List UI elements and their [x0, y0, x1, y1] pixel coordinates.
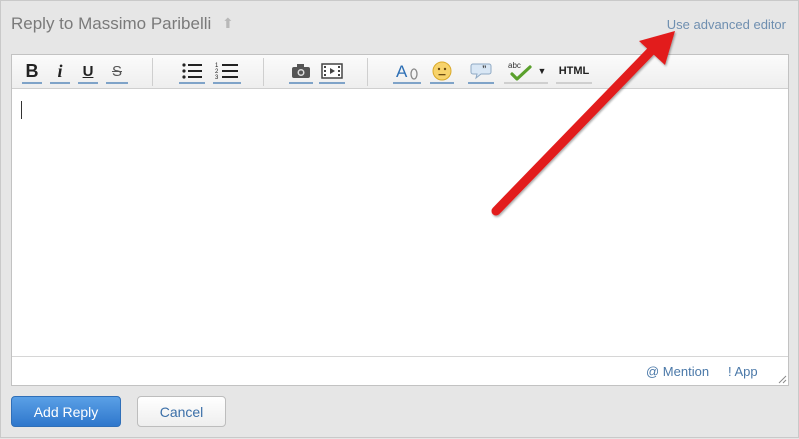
camera-icon	[292, 64, 310, 78]
bold-button-label: B	[25, 60, 39, 81]
quote-button[interactable]: ”	[468, 60, 494, 84]
svg-text:”: ”	[482, 64, 487, 74]
cancel-button[interactable]: Cancel	[137, 396, 226, 427]
numbered-list-button[interactable]: 1 2 3	[213, 60, 241, 84]
underline-button[interactable]: U	[78, 60, 98, 84]
spellcheck-button[interactable]: abc ▼	[504, 60, 548, 84]
toolbar-separator	[152, 58, 153, 86]
text-color-button[interactable]: A	[393, 60, 421, 84]
text-caret	[21, 101, 22, 119]
editor-footer: @ Mention ! App	[12, 356, 788, 385]
reply-title-text: Reply to Massimo Paribelli	[11, 14, 212, 33]
mention-link[interactable]: @ Mention	[646, 364, 709, 379]
strikethrough-button[interactable]: S	[106, 60, 128, 84]
font-color-icon: A	[396, 62, 418, 80]
bullet-list-icon	[182, 63, 202, 79]
video-icon	[321, 63, 343, 79]
svg-text:abc: abc	[508, 61, 521, 70]
smiley-icon	[432, 61, 452, 81]
underline-button-label: U	[82, 62, 94, 80]
editor-toolbar: B i U S 1 2 3 A ” abc ▼ HTML	[12, 55, 788, 89]
reply-title: Reply to Massimo Paribelli ⬆	[11, 14, 234, 34]
add-reply-button[interactable]: Add Reply	[11, 396, 121, 427]
reply-textarea[interactable]	[12, 89, 788, 356]
rich-text-editor: B i U S 1 2 3 A ” abc ▼ HTML @ Mention !…	[11, 54, 789, 386]
toolbar-separator	[367, 58, 368, 86]
use-advanced-editor-link[interactable]: Use advanced editor	[667, 17, 786, 32]
chevron-down-icon: ▼	[537, 66, 547, 76]
toolbar-separator	[263, 58, 264, 86]
up-arrow-icon: ⬆	[222, 15, 234, 31]
quote-bubble-icon: ”	[470, 63, 492, 80]
svg-text:A: A	[396, 62, 408, 80]
insert-video-button[interactable]	[319, 60, 345, 84]
numbered-list-icon: 1 2 3	[215, 63, 238, 80]
bold-button[interactable]: B	[22, 60, 42, 84]
italic-button-label: i	[57, 60, 63, 81]
italic-button[interactable]: i	[50, 60, 70, 84]
html-mode-button[interactable]: HTML	[556, 60, 592, 84]
reply-panel: Reply to Massimo Paribelli ⬆ Use advance…	[0, 0, 799, 438]
svg-text:3: 3	[215, 75, 219, 80]
html-mode-label: HTML	[558, 65, 590, 77]
app-link[interactable]: ! App	[728, 364, 758, 379]
spellcheck-icon: abc	[508, 61, 532, 81]
bullet-list-button[interactable]	[179, 60, 205, 84]
strikethrough-button-label: S	[111, 62, 122, 80]
resize-handle-icon[interactable]	[777, 374, 787, 384]
insert-image-button[interactable]	[289, 60, 313, 84]
emoji-button[interactable]	[430, 60, 454, 84]
